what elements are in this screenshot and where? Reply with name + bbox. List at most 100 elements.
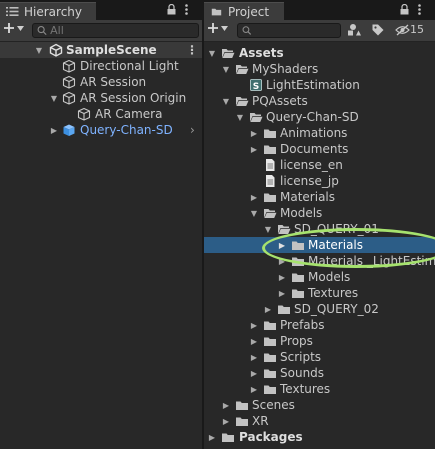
expand-arrow-icon[interactable]: ▶ (207, 433, 217, 442)
expand-arrow-icon[interactable]: ▶ (277, 241, 287, 250)
collapse-arrow-icon[interactable]: ▼ (263, 225, 273, 234)
lock-icon[interactable] (167, 4, 176, 15)
tree-item-textures-sub[interactable]: ▶ Textures (204, 285, 435, 301)
expand-arrow-icon[interactable]: ▶ (221, 417, 231, 426)
expand-arrow-icon[interactable]: ▶ (249, 353, 259, 362)
tree-item-label: Documents (280, 142, 349, 156)
tree-item-license-jp[interactable]: license_jp (204, 173, 435, 189)
collapse-arrow-icon[interactable]: ▼ (34, 46, 44, 55)
tree-item-label: Animations (280, 126, 348, 140)
hierarchy-item-ar-session-origin[interactable]: ▼ AR Session Origin (0, 90, 202, 106)
tree-item-prefabs[interactable]: ▶ Prefabs (204, 317, 435, 333)
collapse-arrow-icon[interactable]: ▼ (207, 49, 217, 58)
tree-item-documents[interactable]: ▶ Documents (204, 141, 435, 157)
hierarchy-item-ar-camera[interactable]: AR Camera (0, 106, 202, 122)
tree-item-scripts[interactable]: ▶ Scripts (204, 349, 435, 365)
filter-by-type-icon (348, 24, 361, 36)
more-options-icon[interactable] (185, 4, 188, 15)
tree-item-packages[interactable]: ▶ Packages (204, 429, 435, 445)
expand-arrow-icon[interactable]: ▶ (249, 321, 259, 330)
shader-icon (249, 78, 263, 92)
tree-item-label: license_en (280, 158, 343, 172)
collapse-arrow-icon[interactable]: ▼ (235, 113, 245, 122)
project-search-input[interactable] (251, 24, 340, 37)
tree-item-label: PQAssets (252, 94, 308, 108)
expand-arrow-icon[interactable]: ▶ (49, 126, 59, 135)
more-options-icon[interactable] (418, 4, 421, 15)
tree-item-scenes[interactable]: ▶ Scenes (204, 397, 435, 413)
tree-item-assets[interactable]: ▼ Assets (204, 45, 435, 61)
expand-arrow-icon[interactable]: ▶ (277, 257, 287, 266)
project-toolbar: 15 (204, 20, 435, 42)
folder-open-icon (277, 222, 291, 236)
expand-arrow-icon[interactable]: ▶ (249, 145, 259, 154)
hierarchy-toolbar (0, 20, 202, 42)
scene-menu-icon[interactable]: ⋮ (186, 43, 198, 57)
tree-item-query-chan-sd[interactable]: ▼ Query-Chan-SD (204, 109, 435, 125)
expand-arrow-icon[interactable]: ▶ (277, 273, 287, 282)
tree-item-sd-query-02[interactable]: ▶ SD_QUERY_02 (204, 301, 435, 317)
gameobject-cube-icon (62, 91, 76, 105)
folder-icon (291, 270, 305, 284)
tree-item-label: Models (308, 270, 351, 284)
tree-item-animations[interactable]: ▶ Animations (204, 125, 435, 141)
expand-arrow-icon[interactable]: ▶ (263, 305, 273, 314)
collapse-arrow-icon[interactable]: ▼ (49, 94, 59, 103)
folder-icon (263, 126, 277, 140)
tree-item-label: SD_QUERY_02 (294, 302, 379, 316)
gameobject-cube-icon (77, 107, 91, 121)
hierarchy-item-directional-light[interactable]: Directional Light (0, 58, 202, 74)
project-tab-controls (400, 4, 421, 15)
expand-arrow-icon[interactable]: ▶ (249, 369, 259, 378)
tree-item-sounds[interactable]: ▶ Sounds (204, 365, 435, 381)
tree-item-label: Models (280, 206, 323, 220)
expand-arrow-icon[interactable]: ▶ (249, 337, 259, 346)
hierarchy-search-input[interactable] (47, 24, 198, 37)
hierarchy-item-ar-session[interactable]: AR Session (0, 74, 202, 90)
expand-arrow-icon[interactable]: ▶ (249, 385, 259, 394)
tree-item-models[interactable]: ▼ Models (204, 205, 435, 221)
collapse-arrow-icon[interactable]: ▼ (221, 65, 231, 74)
tab-hierarchy[interactable]: Hierarchy (0, 2, 96, 20)
hidden-packages-toggle[interactable]: 15 (395, 23, 424, 36)
folder-open-icon (263, 206, 277, 220)
create-asset-button[interactable] (207, 22, 228, 34)
collapse-arrow-icon[interactable]: ▼ (221, 97, 231, 106)
expand-arrow-icon[interactable]: ▶ (249, 129, 259, 138)
project-search-field[interactable] (237, 23, 341, 38)
tree-item-license-en[interactable]: license_en (204, 157, 435, 173)
scene-name: SampleScene (66, 43, 157, 57)
tab-project[interactable]: Project (204, 2, 284, 20)
tree-item-pqassets[interactable]: ▼ PQAssets (204, 93, 435, 109)
lock-icon[interactable] (400, 4, 409, 15)
unity-scene-icon (49, 43, 63, 57)
hierarchy-item-label: Query-Chan-SD (80, 123, 173, 137)
tree-item-materials-lightestimation[interactable]: ▶ Materials _LightEstima (204, 253, 435, 269)
tree-item-sd-query-01[interactable]: ▼ SD_QUERY_01 (204, 221, 435, 237)
open-prefab-chevron-icon[interactable]: › (190, 123, 195, 137)
expand-arrow-icon[interactable]: ▶ (277, 289, 287, 298)
tree-item-props[interactable]: ▶ Props (204, 333, 435, 349)
search-by-label-button[interactable] (371, 23, 385, 37)
search-icon (37, 25, 47, 36)
tree-item-lightestimation[interactable]: LightEstimation (204, 77, 435, 93)
folder-icon (263, 334, 277, 348)
tree-item-myshaders[interactable]: ▼ MyShaders (204, 61, 435, 77)
search-by-type-button[interactable] (347, 23, 363, 37)
tree-item-label: Props (280, 334, 313, 348)
hierarchy-item-query-chan-sd[interactable]: ▶ Query-Chan-SD › (0, 122, 202, 138)
create-button[interactable] (3, 22, 24, 34)
expand-arrow-icon[interactable]: ▶ (249, 193, 259, 202)
scene-row[interactable]: ▼ SampleScene ⋮ (0, 42, 202, 58)
folder-icon (263, 142, 277, 156)
expand-arrow-icon[interactable]: ▶ (221, 401, 231, 410)
hierarchy-panel: Hierarchy All ▼ SampleScene ⋮ Directiona… (0, 0, 202, 449)
tree-item-models-sub[interactable]: ▶ Models (204, 269, 435, 285)
tree-item-materials-selected[interactable]: ▶ Materials (204, 237, 435, 253)
tree-item-xr[interactable]: ▶ XR (204, 413, 435, 429)
collapse-arrow-icon[interactable]: ▼ (249, 209, 259, 218)
tree-item-textures[interactable]: ▶ Textures (204, 381, 435, 397)
tree-item-label: Prefabs (280, 318, 325, 332)
hierarchy-search-field[interactable] (32, 23, 199, 38)
tree-item-materials[interactable]: ▶ Materials (204, 189, 435, 205)
